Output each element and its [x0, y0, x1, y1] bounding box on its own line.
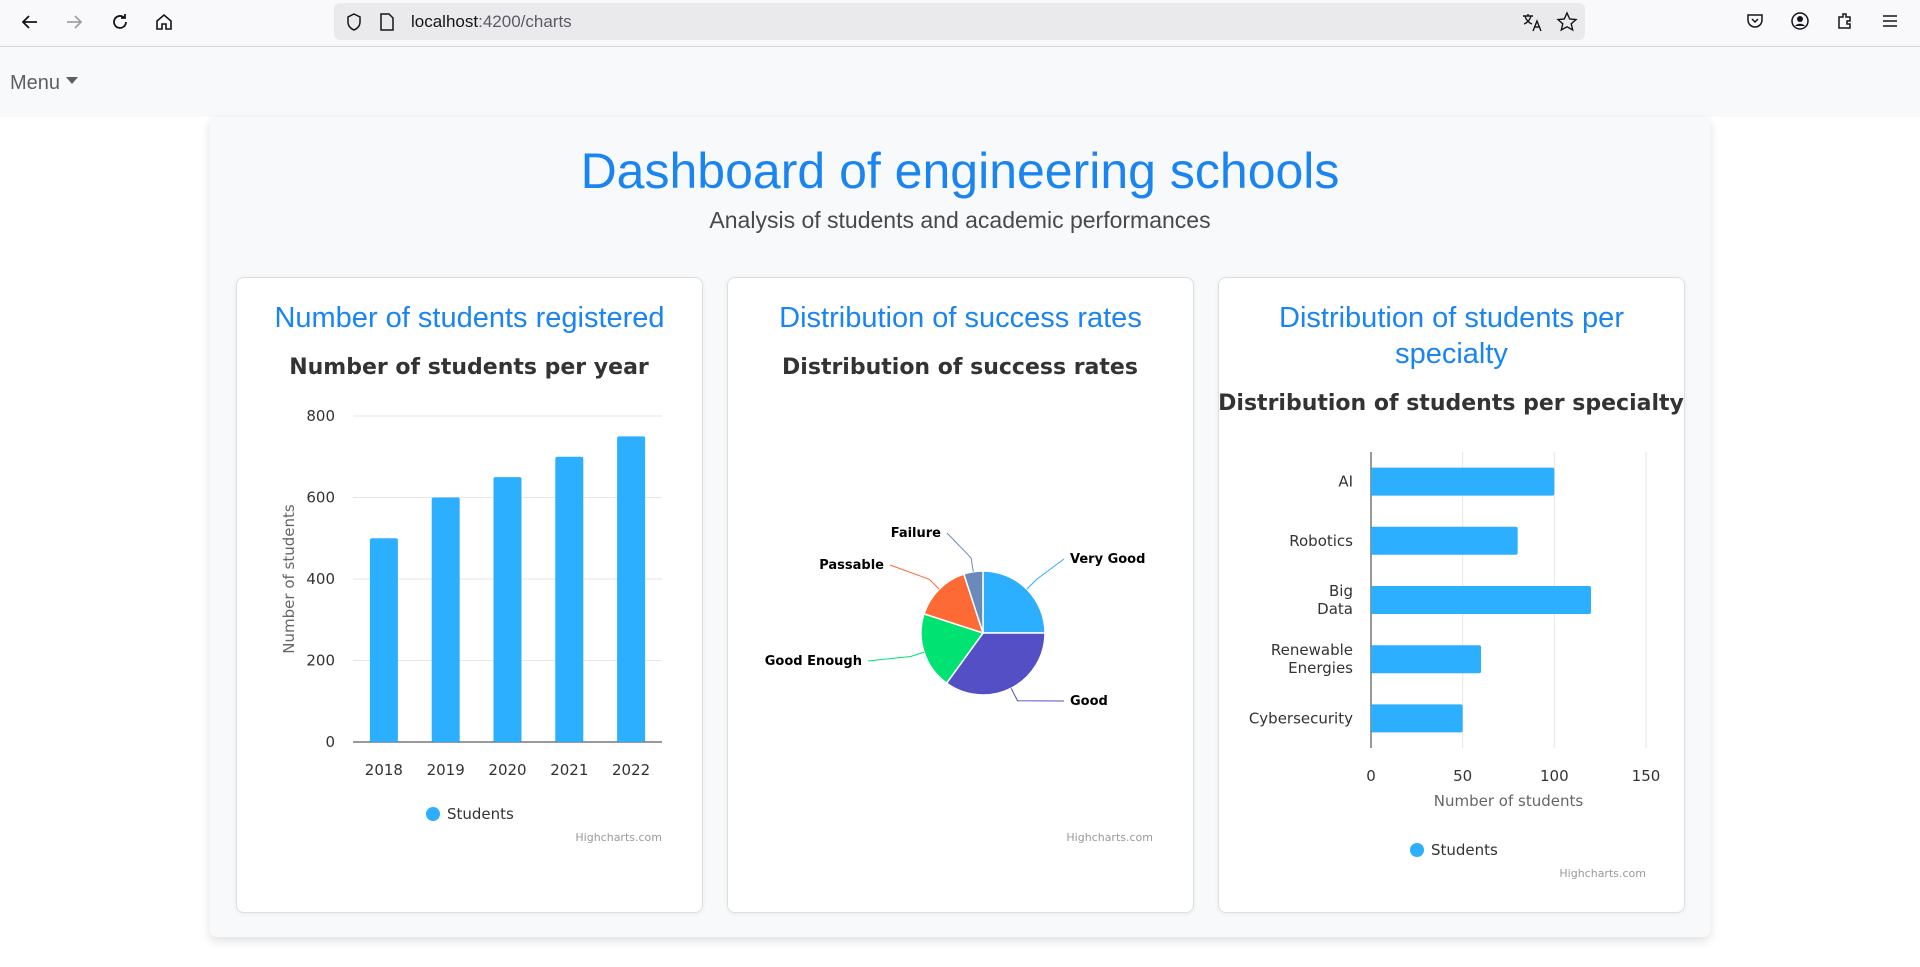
x-tick-label: 50: [1453, 767, 1472, 785]
bookmark-star-icon[interactable]: [1556, 11, 1578, 33]
app-navbar: Menu: [0, 47, 1920, 117]
hamburger-menu-icon[interactable]: [1880, 11, 1900, 31]
bar: [493, 477, 522, 742]
browser-toolbar: localhost:4200/charts: [0, 0, 1920, 47]
y-tick-label: AI: [1338, 473, 1353, 491]
url-path: :4200/charts: [478, 12, 572, 31]
back-button[interactable]: [14, 6, 46, 38]
bar: [555, 456, 584, 742]
x-tick-label: 150: [1632, 767, 1661, 785]
bar: [1371, 467, 1555, 496]
reload-icon: [113, 14, 127, 29]
extensions-icon[interactable]: [1835, 11, 1855, 31]
account-icon[interactable]: [1790, 11, 1810, 31]
caret-down-icon: [66, 77, 79, 84]
x-tick-label: 2020: [488, 761, 526, 779]
pie-connector: [946, 532, 974, 572]
forward-button[interactable]: [58, 6, 90, 38]
pocket-icon[interactable]: [1745, 11, 1765, 31]
chart-credit: Highcharts.com: [575, 831, 662, 844]
dashboard-container: Dashboard of engineering schools Analysi…: [210, 117, 1710, 937]
card-students-registered: Number of students registered Number of …: [236, 277, 703, 913]
bar: [369, 538, 398, 742]
x-tick-label: 2022: [612, 761, 650, 779]
card-success-rates: Distribution of success rates Distributi…: [727, 277, 1194, 913]
pie-label: Very Good: [1070, 552, 1145, 567]
reload-button[interactable]: [104, 6, 136, 38]
menu-dropdown-toggle[interactable]: Menu: [10, 72, 79, 95]
bar: [1371, 645, 1481, 674]
home-icon: [156, 13, 172, 30]
chart-title: Number of students per year: [289, 355, 649, 380]
page-title: Dashboard of engineering schools: [580, 143, 1340, 199]
y-tick-label: 400: [306, 570, 335, 588]
pie-connector: [889, 564, 940, 590]
shield-icon: [347, 13, 361, 31]
x-tick-label: 0: [1366, 767, 1376, 785]
y-tick-label: 800: [306, 407, 335, 425]
translate-icon[interactable]: [1521, 11, 1543, 33]
chart-credit: Highcharts.com: [1066, 831, 1153, 844]
pie-connector: [1026, 558, 1065, 590]
page-subtitle: Analysis of students and academic perfor…: [709, 207, 1211, 233]
legend-label: Students: [447, 805, 514, 823]
pie-label: Failure: [891, 526, 941, 541]
x-tick-label: 2021: [550, 761, 588, 779]
y-tick-label: Robotics: [1289, 532, 1353, 550]
y-tick-label: Cybersecurity: [1249, 709, 1353, 727]
y-tick-label: 600: [306, 489, 335, 507]
y-tick-label: 200: [306, 652, 335, 670]
pie-connector: [867, 651, 925, 662]
menu-label: Menu: [10, 72, 61, 94]
legend-marker: [1410, 843, 1424, 857]
bar: [617, 436, 646, 742]
legend-marker: [426, 807, 440, 821]
horizontal-bar-chart-specialty: Distribution of students per specialty 0 5…: [1219, 391, 1684, 880]
pie-chart-success-rates: Distribution of success rates Very Good Go…: [765, 355, 1153, 844]
x-axis-title: Number of students: [1434, 792, 1584, 810]
url-host: localhost: [411, 12, 479, 31]
bar: [1371, 586, 1591, 614]
x-tick-label: 2018: [365, 761, 403, 779]
url-text: localhost:4200/charts: [411, 12, 572, 32]
pie-connector: [1010, 688, 1065, 702]
pie-label: Good Enough: [765, 654, 862, 669]
chart-credit: Highcharts.com: [1559, 867, 1646, 880]
page-icon: [380, 13, 394, 31]
x-tick-label: 2019: [427, 761, 465, 779]
y-tick-label: Big Data: [1317, 582, 1353, 618]
back-arrow-icon: [21, 15, 37, 29]
x-tick-label: 100: [1540, 767, 1569, 785]
pie-label: Passable: [819, 558, 884, 573]
chart-title: Distribution of success rates: [782, 355, 1138, 380]
pie-label: Good: [1070, 694, 1108, 709]
bar-chart-students-per-year: Number of students per year 0 200 400 600 800…: [280, 355, 662, 844]
y-tick-label: 0: [325, 733, 335, 751]
card-students-per-specialty: Distribution of students per specialty D…: [1218, 277, 1685, 913]
legend-label: Students: [1431, 841, 1498, 859]
address-bar[interactable]: localhost:4200/charts: [334, 3, 1585, 40]
forward-arrow-icon: [67, 15, 83, 29]
bar: [1371, 704, 1463, 733]
bar: [431, 497, 460, 742]
y-tick-label: Renewable Energies: [1271, 641, 1353, 677]
bar: [1371, 526, 1518, 555]
home-button[interactable]: [148, 6, 180, 38]
chart-title: Distribution of students per specialty: [1219, 391, 1684, 416]
y-axis-title: Number of students: [280, 504, 298, 654]
